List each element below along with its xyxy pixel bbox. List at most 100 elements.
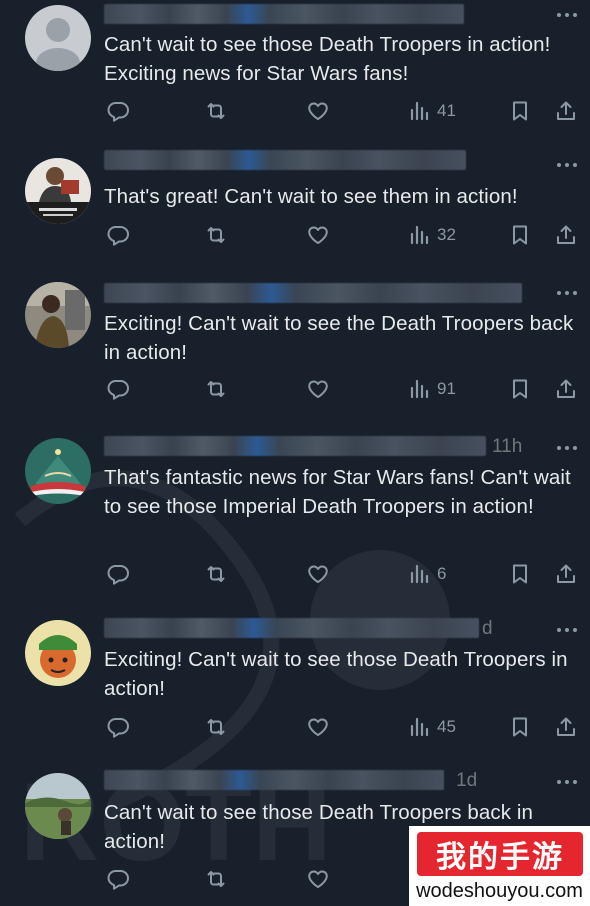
retweet-button[interactable] [204, 559, 228, 589]
avatar[interactable] [25, 773, 91, 839]
avatar[interactable] [25, 158, 91, 224]
more-button[interactable] [554, 773, 580, 791]
views-button[interactable]: 32 [408, 220, 456, 250]
reply-icon [107, 870, 129, 890]
bookmark-icon [513, 717, 527, 737]
bookmark-icon [513, 101, 527, 121]
retweet-button[interactable] [204, 864, 228, 894]
reply-button[interactable] [106, 374, 130, 404]
action-bar: 45 [104, 712, 580, 742]
watermark-title: 我的手游 [436, 840, 564, 875]
avatar[interactable] [25, 5, 91, 71]
author-info-redacted [104, 4, 464, 24]
tweet-text: Can't wait to see those Death Troopers i… [104, 33, 551, 85]
more-button[interactable] [554, 284, 580, 302]
author-info-redacted [104, 436, 486, 456]
like-button[interactable] [306, 374, 330, 404]
bookmark-button[interactable] [508, 712, 532, 742]
bookmark-icon [513, 564, 527, 584]
more-icon [557, 628, 577, 632]
avatar[interactable] [25, 620, 91, 686]
more-icon [557, 163, 577, 167]
retweet-button[interactable] [204, 712, 228, 742]
avatar[interactable] [25, 282, 91, 348]
more-icon [557, 291, 577, 295]
share-button[interactable] [554, 96, 578, 126]
reply-button[interactable] [106, 220, 130, 250]
reply-icon [107, 565, 129, 585]
reply-button[interactable] [106, 864, 130, 894]
retweet-button[interactable] [204, 220, 228, 250]
like-button[interactable] [306, 559, 330, 589]
tweet-text: Exciting! Can't wait to see those Death … [104, 648, 568, 700]
like-button[interactable] [306, 220, 330, 250]
bookmark-button[interactable] [508, 559, 532, 589]
retweet-button[interactable] [204, 96, 228, 126]
watermark-logo: 我的手游 [417, 832, 583, 876]
reply-icon [107, 226, 129, 246]
views-button[interactable]: 45 [408, 712, 456, 742]
reply-button[interactable] [106, 559, 130, 589]
avatar[interactable] [25, 438, 91, 504]
heart-icon [308, 718, 328, 736]
reply-button[interactable] [106, 712, 130, 742]
action-bar: 32 [104, 220, 580, 250]
action-bar: 91 [104, 374, 580, 404]
author-info-redacted [104, 618, 479, 638]
views-count: 45 [437, 717, 456, 736]
action-bar: 41 [104, 96, 580, 126]
share-icon [557, 225, 575, 244]
like-button[interactable] [306, 712, 330, 742]
share-button[interactable] [554, 374, 578, 404]
heart-icon [308, 565, 328, 583]
views-count: 32 [437, 225, 456, 244]
more-icon [557, 13, 577, 17]
retweet-icon [207, 566, 225, 582]
share-icon [557, 717, 575, 736]
photo-avatar-person-icon [25, 282, 91, 348]
views-icon [410, 101, 429, 121]
views-button[interactable]: 6 [408, 559, 446, 589]
tweet-text: That's fantastic news for Star Wars fans… [104, 466, 571, 518]
site-watermark: 我的手游 wodeshouyou.com [409, 826, 590, 906]
bookmark-button[interactable] [508, 220, 532, 250]
share-icon [557, 564, 575, 583]
share-button[interactable] [554, 559, 578, 589]
author-info-redacted [104, 770, 444, 790]
more-button[interactable] [554, 6, 580, 24]
tweet-text: That's great! Can't wait to see them in … [104, 185, 518, 208]
more-button[interactable] [554, 439, 580, 457]
views-button[interactable]: 91 [408, 374, 456, 404]
heart-icon [308, 380, 328, 398]
reply-feed: ROTH Can't wait to see those Death Troop… [0, 0, 590, 906]
bookmark-icon [513, 379, 527, 399]
more-button[interactable] [554, 156, 580, 174]
retweet-icon [207, 103, 225, 119]
more-icon [557, 780, 577, 784]
retweet-icon [207, 381, 225, 397]
bookmark-button[interactable] [508, 374, 532, 404]
reply-icon [107, 380, 129, 400]
share-button[interactable] [554, 220, 578, 250]
like-button[interactable] [306, 864, 330, 894]
cartoon-avatar-icon [25, 620, 91, 686]
photo-avatar-person-icon [25, 158, 91, 224]
retweet-icon [207, 719, 225, 735]
views-icon [410, 379, 429, 399]
views-count: 91 [437, 379, 456, 398]
views-icon [410, 225, 429, 245]
author-info-redacted [104, 150, 466, 170]
views-count: 6 [437, 564, 447, 583]
like-button[interactable] [306, 96, 330, 126]
views-button[interactable]: 41 [408, 96, 456, 126]
share-button[interactable] [554, 712, 578, 742]
default-avatar-icon [25, 5, 91, 71]
views-count: 41 [437, 101, 456, 120]
reply-button[interactable] [106, 96, 130, 126]
share-icon [557, 101, 575, 120]
watermark-url: wodeshouyou.com [416, 880, 583, 902]
retweet-button[interactable] [204, 374, 228, 404]
tweet-timestamp: 1d [456, 770, 478, 791]
bookmark-button[interactable] [508, 96, 532, 126]
more-button[interactable] [554, 621, 580, 639]
